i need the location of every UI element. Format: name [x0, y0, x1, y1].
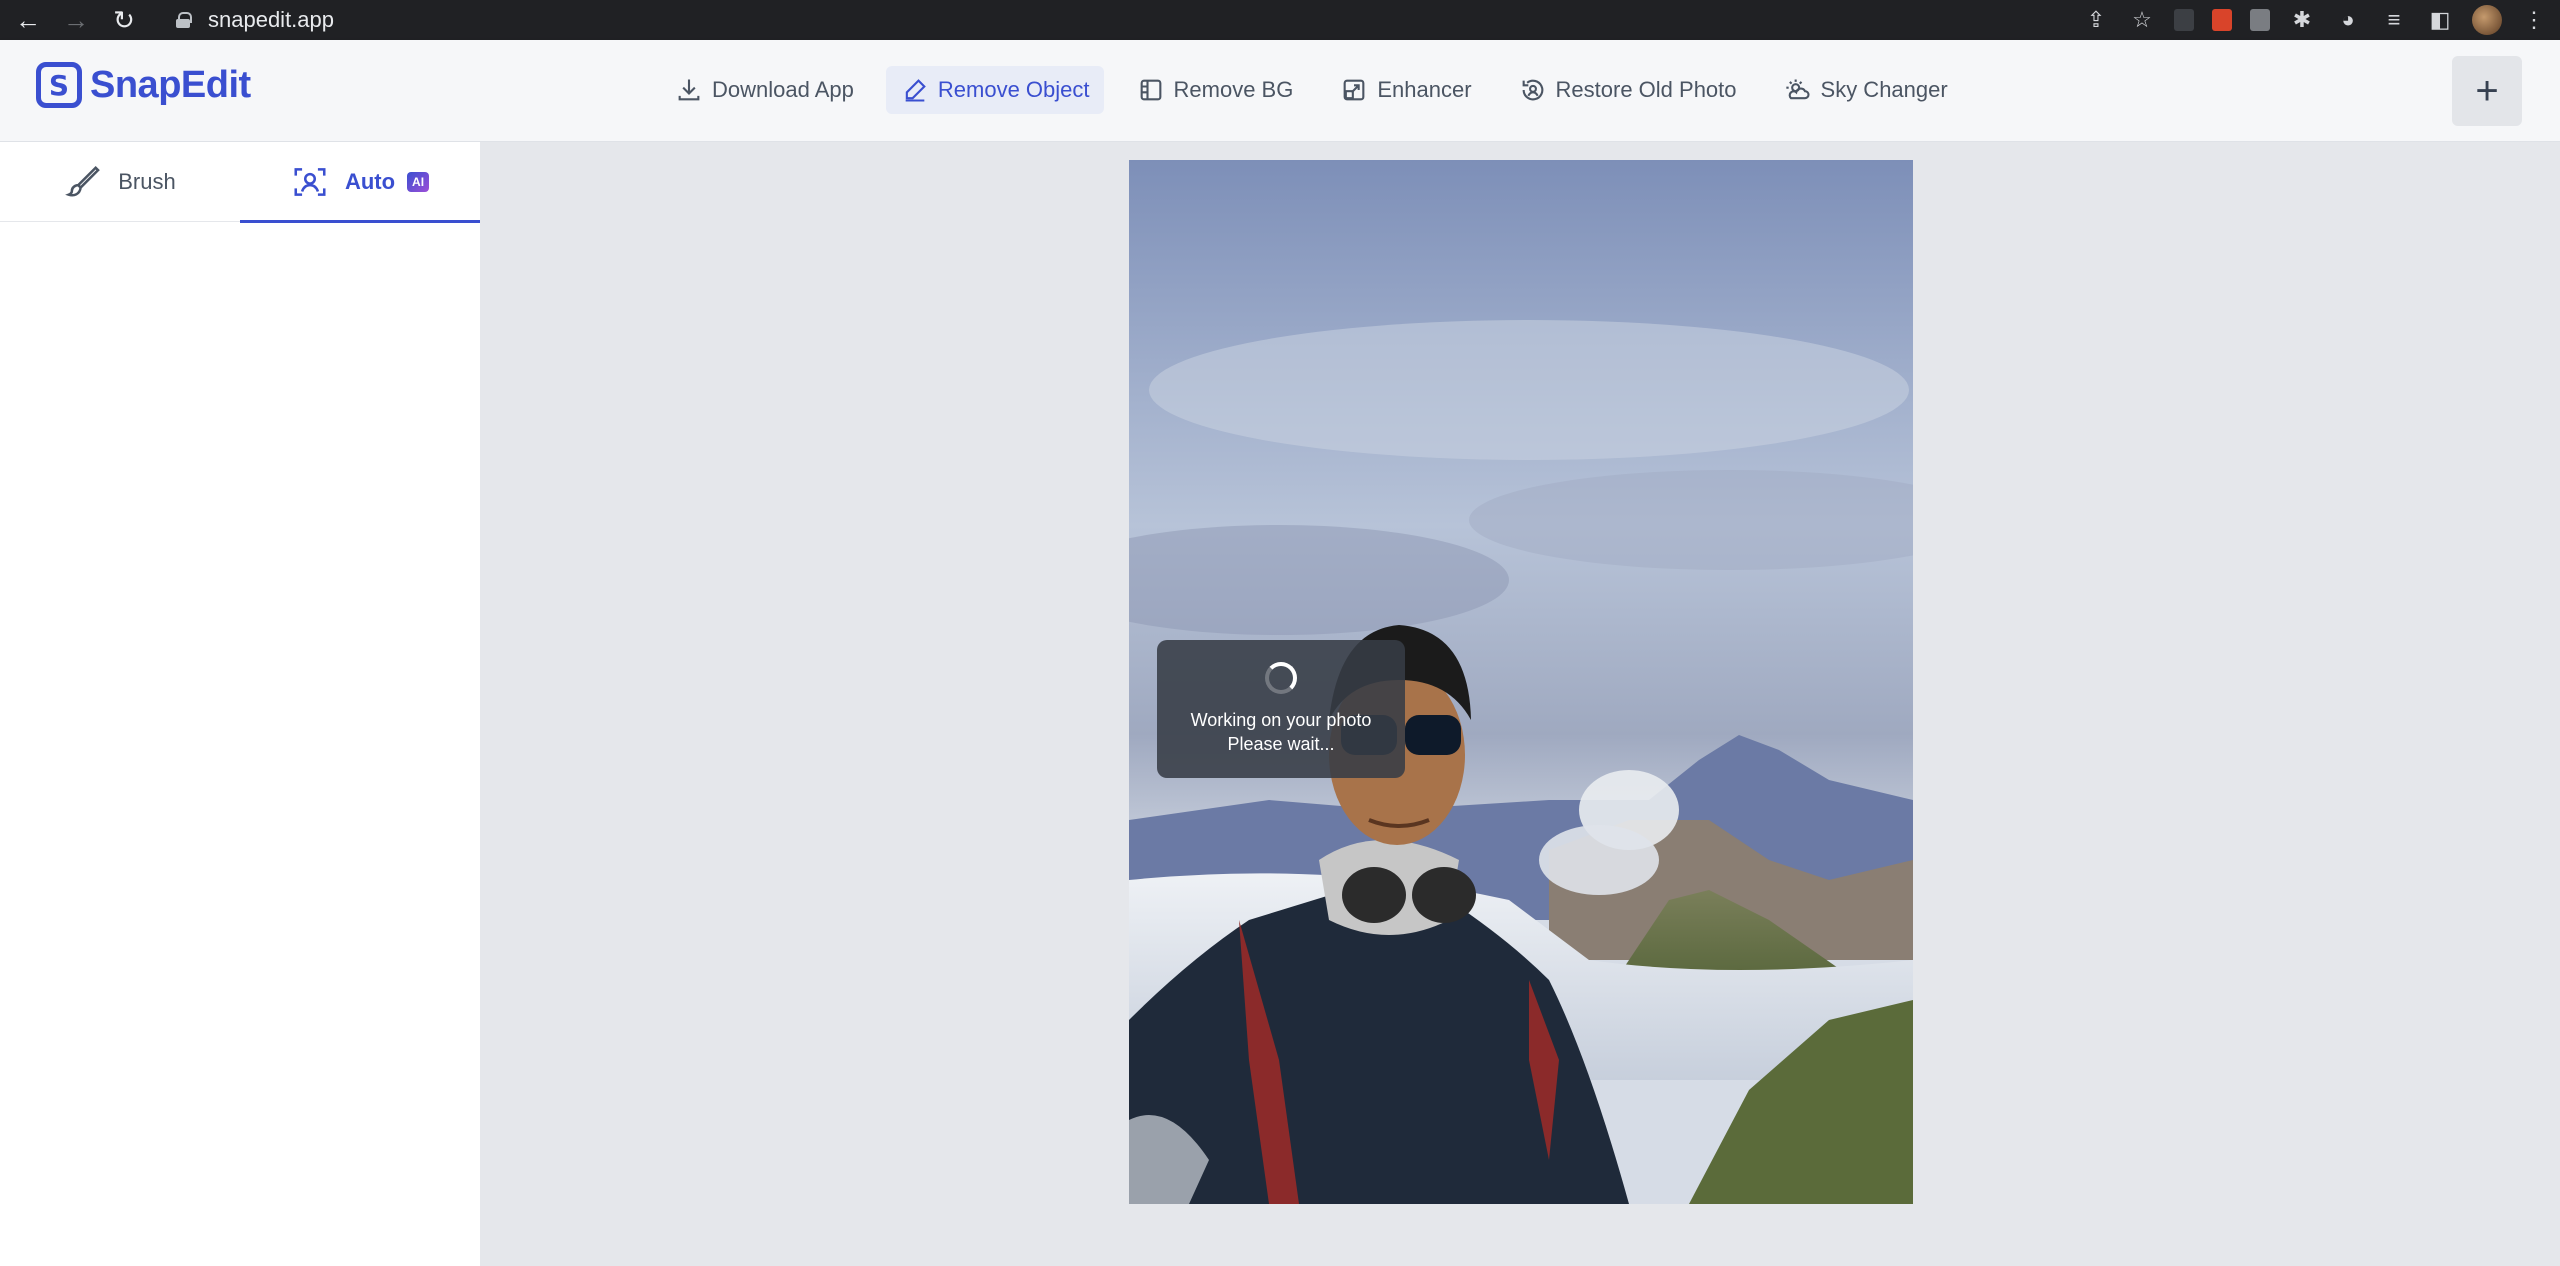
- more-menu-icon[interactable]: ⋮: [2520, 6, 2548, 34]
- add-new-button[interactable]: +: [2452, 56, 2522, 126]
- nav-label: Sky Changer: [1820, 77, 1948, 102]
- nav-label: Remove Object: [937, 77, 1090, 102]
- extension-icon[interactable]: ◕: [2334, 6, 2362, 34]
- lock-icon: [176, 12, 192, 28]
- nav-enhancer[interactable]: Enhancer: [1325, 66, 1485, 114]
- mode-tabs: Brush Auto AI: [0, 142, 480, 223]
- url-text: snapedit.app: [208, 7, 334, 32]
- nav-label: Enhancer: [1377, 77, 1472, 102]
- brush-icon: [64, 163, 102, 201]
- loading-message: Working on your photo: [1190, 710, 1372, 730]
- nav-remove-object[interactable]: Remove Object: [885, 66, 1104, 114]
- logo-icon: S: [36, 62, 82, 108]
- restore-icon: [1518, 75, 1548, 105]
- tab-brush[interactable]: Brush: [0, 142, 240, 222]
- tab-label: Brush: [118, 169, 176, 194]
- auto-detect-icon: [291, 163, 329, 201]
- bookmark-star-icon[interactable]: ☆: [2128, 6, 2156, 34]
- tool-panel: Brush Auto AI: [0, 142, 480, 1266]
- brand-logo[interactable]: S SnapEdit: [36, 62, 251, 108]
- nav-label: Restore Old Photo: [1555, 77, 1737, 102]
- nav-restore-old-photo[interactable]: Restore Old Photo: [1504, 66, 1751, 114]
- reload-icon[interactable]: ↻: [104, 4, 144, 36]
- enhance-icon: [1339, 75, 1369, 105]
- nav-sky-changer[interactable]: Sky Changer: [1769, 66, 1962, 114]
- tab-auto[interactable]: Auto AI: [240, 142, 480, 223]
- sky-icon: [1783, 75, 1813, 105]
- nav-remove-bg[interactable]: Remove BG: [1122, 66, 1308, 114]
- share-icon[interactable]: ⇪: [2082, 6, 2110, 34]
- app-header: S SnapEdit Download App Remove Object Re…: [0, 40, 2560, 142]
- download-icon: [674, 75, 704, 105]
- extension-icon[interactable]: [2250, 9, 2270, 31]
- puzzle-icon[interactable]: ✱: [2288, 6, 2316, 34]
- nav-download-app[interactable]: Download App: [660, 66, 868, 114]
- browser-toolbar: ← → ↻ snapedit.app ⇪ ☆ ✱ ◕ ≡ ◧ ⋮: [0, 0, 2560, 40]
- loading-submessage: Please wait...: [1227, 734, 1335, 754]
- side-panel-icon[interactable]: ◧: [2426, 6, 2454, 34]
- forward-arrow-icon[interactable]: →: [56, 4, 96, 36]
- back-arrow-icon[interactable]: ←: [8, 4, 48, 36]
- remove-bg-icon: [1136, 75, 1166, 105]
- spinner-icon: [1265, 662, 1297, 694]
- brand-name: SnapEdit: [90, 63, 251, 106]
- nav-label: Remove BG: [1173, 77, 1294, 102]
- browser-extensions: ⇪ ☆ ✱ ◕ ≡ ◧ ⋮: [2082, 0, 2548, 40]
- extension-icon[interactable]: [2174, 9, 2194, 31]
- reading-list-icon[interactable]: ≡: [2380, 6, 2408, 34]
- processing-overlay: Working on your photo Please wait...: [1157, 640, 1405, 778]
- address-bar[interactable]: snapedit.app: [158, 4, 2078, 36]
- profile-avatar[interactable]: [2472, 5, 2502, 35]
- nav-label: Download App: [712, 77, 854, 102]
- plus-icon: +: [2475, 68, 2499, 113]
- eraser-icon: [900, 75, 930, 105]
- extension-icon[interactable]: [2212, 9, 2232, 31]
- top-navigation: Download App Remove Object Remove BG Enh…: [660, 66, 1980, 114]
- editor-canvas[interactable]: Working on your photo Please wait...: [480, 142, 2560, 1266]
- tab-label: Auto: [344, 169, 396, 194]
- ai-badge: AI: [407, 172, 430, 192]
